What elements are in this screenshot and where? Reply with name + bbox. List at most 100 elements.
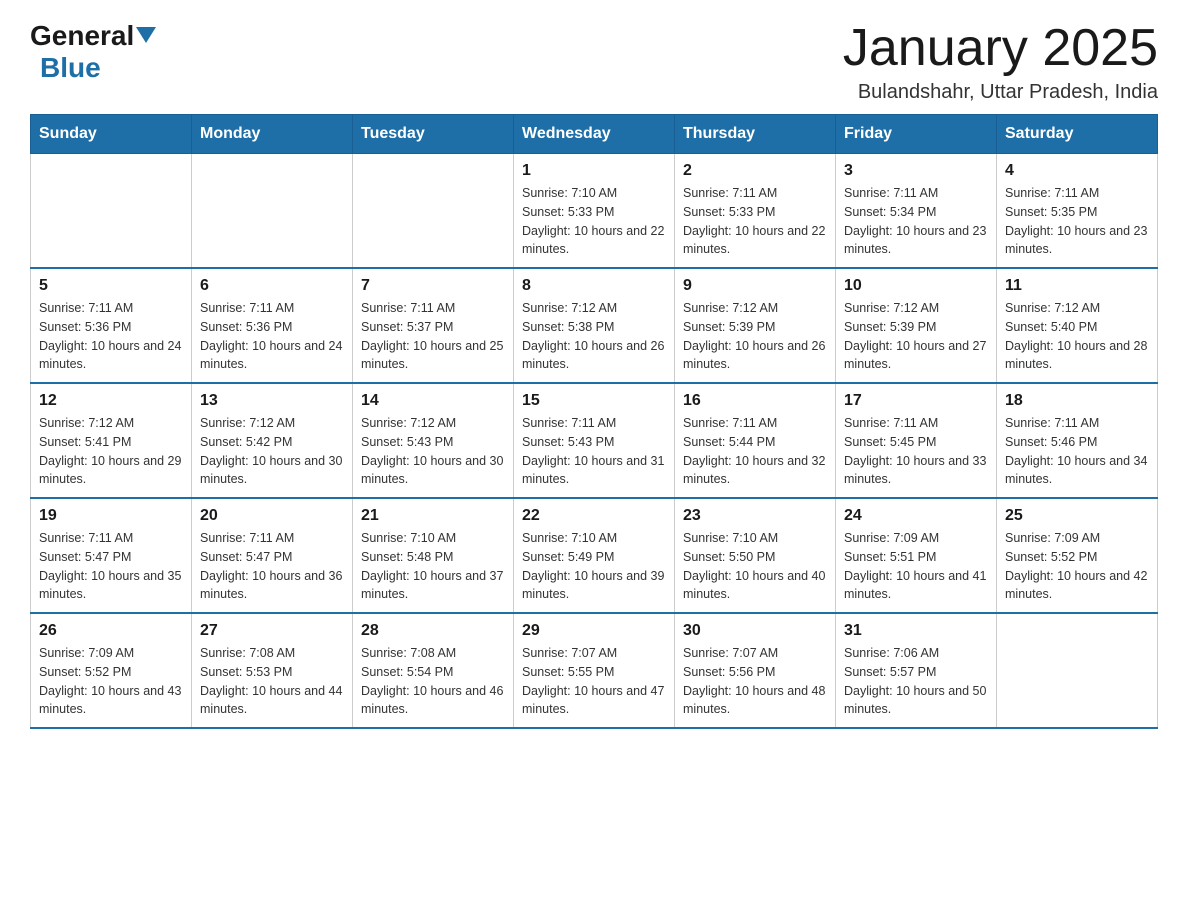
table-row: 3Sunrise: 7:11 AM Sunset: 5:34 PM Daylig… bbox=[836, 154, 997, 269]
table-row: 28Sunrise: 7:08 AM Sunset: 5:54 PM Dayli… bbox=[353, 613, 514, 728]
table-row: 26 Sunrise: 7:09 AM Sunset: 5:52 PM Dayli… bbox=[31, 613, 192, 728]
day-number: 7 bbox=[361, 277, 505, 295]
day-number: 9 bbox=[683, 277, 827, 295]
table-row bbox=[353, 154, 514, 269]
logo-arrow-icon bbox=[136, 27, 156, 47]
day-info: Sunrise: 7:12 AM Sunset: 5:41 PM Dayligh… bbox=[39, 414, 183, 489]
day-info: Sunrise: 7:07 AM Sunset: 5:56 PM Dayligh… bbox=[683, 644, 827, 719]
day-info: Sunrise: 7:11 AM Sunset: 5:44 PM Dayligh… bbox=[683, 414, 827, 489]
col-tuesday: Tuesday bbox=[353, 115, 514, 154]
day-number: 15 bbox=[522, 392, 666, 410]
table-row bbox=[31, 154, 192, 269]
day-info: Sunrise: 7:12 AM Sunset: 5:38 PM Dayligh… bbox=[522, 299, 666, 374]
table-row: 22 Sunrise: 7:10 AM Sunset: 5:49 PM Dayli… bbox=[514, 498, 675, 613]
day-info: Sunrise: 7:11 AM Sunset: 5:45 PM Dayligh… bbox=[844, 414, 988, 489]
day-info: Sunrise: 7:12 AM Sunset: 5:40 PM Dayligh… bbox=[1005, 299, 1149, 374]
col-sunday: Sunday bbox=[31, 115, 192, 154]
month-title: January 2025 bbox=[843, 20, 1158, 77]
day-number: 4 bbox=[1005, 162, 1149, 180]
calendar-header-row: Sunday Monday Tuesday Wednesday Thursday… bbox=[31, 115, 1158, 154]
table-row: 4Sunrise: 7:11 AM Sunset: 5:35 PM Daylig… bbox=[997, 154, 1158, 269]
day-info: Sunrise: 7:12 AM Sunset: 5:43 PM Dayligh… bbox=[361, 414, 505, 489]
table-row: 8 Sunrise: 7:12 AM Sunset: 5:38 PM Daylig… bbox=[514, 268, 675, 383]
day-number: 1 bbox=[522, 162, 666, 180]
day-number: 12 bbox=[39, 392, 183, 410]
table-row: 12 Sunrise: 7:12 AM Sunset: 5:41 PM Dayli… bbox=[31, 383, 192, 498]
day-number: 3 bbox=[844, 162, 988, 180]
day-number: 22 bbox=[522, 507, 666, 525]
table-row: 27 Sunrise: 7:08 AM Sunset: 5:53 PM Dayli… bbox=[192, 613, 353, 728]
day-number: 18 bbox=[1005, 392, 1149, 410]
col-thursday: Thursday bbox=[675, 115, 836, 154]
table-row: 13Sunrise: 7:12 AM Sunset: 5:42 PM Dayli… bbox=[192, 383, 353, 498]
day-number: 24 bbox=[844, 507, 988, 525]
day-info: Sunrise: 7:11 AM Sunset: 5:33 PM Dayligh… bbox=[683, 184, 827, 259]
day-number: 29 bbox=[522, 622, 666, 640]
day-info: Sunrise: 7:08 AM Sunset: 5:53 PM Dayligh… bbox=[200, 644, 344, 719]
day-info: Sunrise: 7:07 AM Sunset: 5:55 PM Dayligh… bbox=[522, 644, 666, 719]
day-info: Sunrise: 7:11 AM Sunset: 5:43 PM Dayligh… bbox=[522, 414, 666, 489]
table-row: 5 Sunrise: 7:11 AM Sunset: 5:36 PM Daylig… bbox=[31, 268, 192, 383]
day-info: Sunrise: 7:08 AM Sunset: 5:54 PM Dayligh… bbox=[361, 644, 505, 719]
day-info: Sunrise: 7:11 AM Sunset: 5:47 PM Dayligh… bbox=[200, 529, 344, 604]
table-row: 17Sunrise: 7:11 AM Sunset: 5:45 PM Dayli… bbox=[836, 383, 997, 498]
day-number: 26 bbox=[39, 622, 183, 640]
title-block: January 2025 Bulandshahr, Uttar Pradesh,… bbox=[843, 20, 1158, 104]
table-row: 7Sunrise: 7:11 AM Sunset: 5:37 PM Daylig… bbox=[353, 268, 514, 383]
day-number: 2 bbox=[683, 162, 827, 180]
table-row: 10 Sunrise: 7:12 AM Sunset: 5:39 PM Dayli… bbox=[836, 268, 997, 383]
table-row: 16 Sunrise: 7:11 AM Sunset: 5:44 PM Dayli… bbox=[675, 383, 836, 498]
day-number: 5 bbox=[39, 277, 183, 295]
day-info: Sunrise: 7:12 AM Sunset: 5:39 PM Dayligh… bbox=[683, 299, 827, 374]
col-saturday: Saturday bbox=[997, 115, 1158, 154]
day-info: Sunrise: 7:10 AM Sunset: 5:33 PM Dayligh… bbox=[522, 184, 666, 259]
col-wednesday: Wednesday bbox=[514, 115, 675, 154]
table-row: 23 Sunrise: 7:10 AM Sunset: 5:50 PM Dayli… bbox=[675, 498, 836, 613]
day-number: 11 bbox=[1005, 277, 1149, 295]
table-row: 2 Sunrise: 7:11 AM Sunset: 5:33 PM Daylig… bbox=[675, 154, 836, 269]
logo-general-text: General bbox=[30, 20, 134, 52]
table-row: 11 Sunrise: 7:12 AM Sunset: 5:40 PM Dayli… bbox=[997, 268, 1158, 383]
day-info: Sunrise: 7:09 AM Sunset: 5:52 PM Dayligh… bbox=[39, 644, 183, 719]
table-row: 25 Sunrise: 7:09 AM Sunset: 5:52 PM Dayli… bbox=[997, 498, 1158, 613]
calendar-table: Sunday Monday Tuesday Wednesday Thursday… bbox=[30, 114, 1158, 729]
page-header: General Blue January 2025 Bulandshahr, U… bbox=[30, 20, 1158, 104]
day-info: Sunrise: 7:10 AM Sunset: 5:50 PM Dayligh… bbox=[683, 529, 827, 604]
location: Bulandshahr, Uttar Pradesh, India bbox=[843, 81, 1158, 104]
table-row: 31Sunrise: 7:06 AM Sunset: 5:57 PM Dayli… bbox=[836, 613, 997, 728]
day-number: 27 bbox=[200, 622, 344, 640]
day-info: Sunrise: 7:11 AM Sunset: 5:46 PM Dayligh… bbox=[1005, 414, 1149, 489]
day-number: 21 bbox=[361, 507, 505, 525]
day-number: 20 bbox=[200, 507, 344, 525]
day-info: Sunrise: 7:11 AM Sunset: 5:36 PM Dayligh… bbox=[39, 299, 183, 374]
table-row: 15 Sunrise: 7:11 AM Sunset: 5:43 PM Dayli… bbox=[514, 383, 675, 498]
col-friday: Friday bbox=[836, 115, 997, 154]
day-info: Sunrise: 7:09 AM Sunset: 5:52 PM Dayligh… bbox=[1005, 529, 1149, 604]
calendar-body: 1 Sunrise: 7:10 AM Sunset: 5:33 PM Daylig… bbox=[31, 154, 1158, 729]
day-info: Sunrise: 7:12 AM Sunset: 5:42 PM Dayligh… bbox=[200, 414, 344, 489]
day-number: 10 bbox=[844, 277, 988, 295]
day-info: Sunrise: 7:12 AM Sunset: 5:39 PM Dayligh… bbox=[844, 299, 988, 374]
day-number: 6 bbox=[200, 277, 344, 295]
day-number: 25 bbox=[1005, 507, 1149, 525]
table-row: 9 Sunrise: 7:12 AM Sunset: 5:39 PM Daylig… bbox=[675, 268, 836, 383]
table-row: 18 Sunrise: 7:11 AM Sunset: 5:46 PM Dayli… bbox=[997, 383, 1158, 498]
day-info: Sunrise: 7:10 AM Sunset: 5:48 PM Dayligh… bbox=[361, 529, 505, 604]
table-row: 20 Sunrise: 7:11 AM Sunset: 5:47 PM Dayli… bbox=[192, 498, 353, 613]
day-info: Sunrise: 7:09 AM Sunset: 5:51 PM Dayligh… bbox=[844, 529, 988, 604]
week-row-5: 26 Sunrise: 7:09 AM Sunset: 5:52 PM Dayli… bbox=[31, 613, 1158, 728]
logo: General Blue bbox=[30, 20, 156, 84]
day-info: Sunrise: 7:10 AM Sunset: 5:49 PM Dayligh… bbox=[522, 529, 666, 604]
table-row: 6 Sunrise: 7:11 AM Sunset: 5:36 PM Daylig… bbox=[192, 268, 353, 383]
day-number: 14 bbox=[361, 392, 505, 410]
day-number: 19 bbox=[39, 507, 183, 525]
day-number: 8 bbox=[522, 277, 666, 295]
week-row-2: 5 Sunrise: 7:11 AM Sunset: 5:36 PM Daylig… bbox=[31, 268, 1158, 383]
day-number: 16 bbox=[683, 392, 827, 410]
table-row: 24 Sunrise: 7:09 AM Sunset: 5:51 PM Dayli… bbox=[836, 498, 997, 613]
day-number: 23 bbox=[683, 507, 827, 525]
day-number: 31 bbox=[844, 622, 988, 640]
table-row: 14 Sunrise: 7:12 AM Sunset: 5:43 PM Dayli… bbox=[353, 383, 514, 498]
day-info: Sunrise: 7:11 AM Sunset: 5:36 PM Dayligh… bbox=[200, 299, 344, 374]
logo-blue-text: Blue bbox=[40, 52, 101, 84]
